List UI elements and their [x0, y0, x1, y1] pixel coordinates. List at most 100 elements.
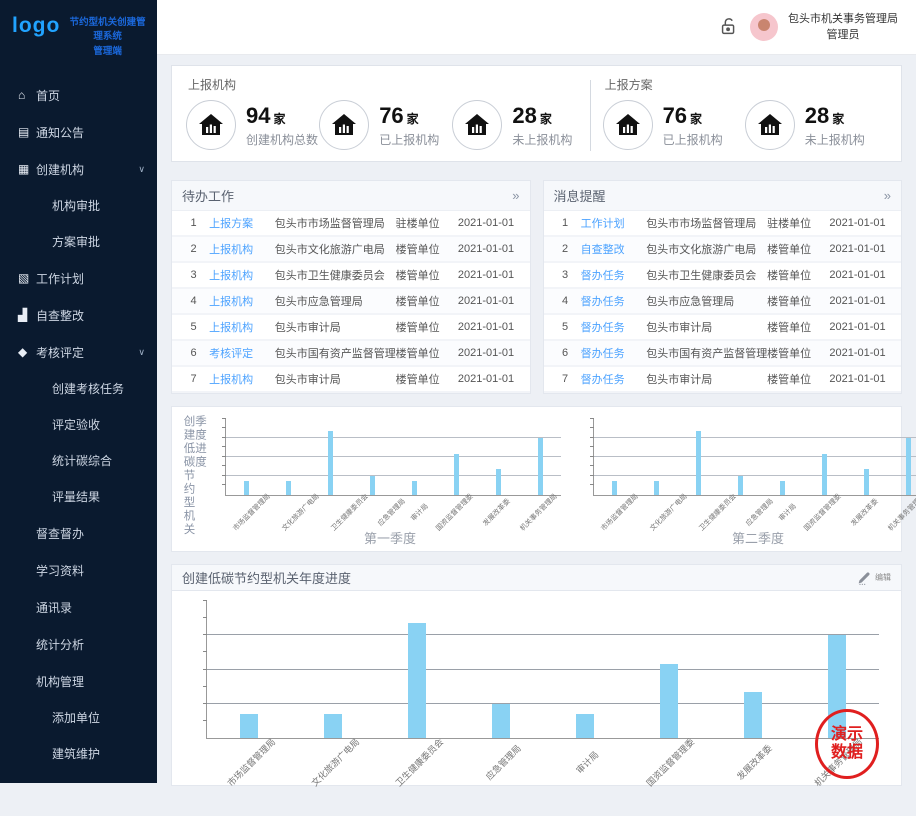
- row-unit-type: 楼管单位: [767, 241, 829, 257]
- row-org: 包头市审计局: [275, 319, 396, 335]
- row-type-link[interactable]: 上报机构: [209, 371, 275, 387]
- sidebar-item-self-check[interactable]: ▟自查整改: [0, 297, 157, 334]
- table-row[interactable]: 3上报机构包头市卫生健康委员会楼管单位2021-01-01: [172, 263, 530, 289]
- row-org: 包头市国有资产监督管理委员: [646, 345, 767, 361]
- app-title-line2: 管理端: [66, 45, 149, 59]
- row-type-link[interactable]: 上报方案: [209, 215, 275, 231]
- row-type-link[interactable]: 工作计划: [581, 215, 647, 231]
- stat-number-row: 76家: [663, 103, 723, 129]
- messages-more-icon[interactable]: »: [884, 188, 891, 203]
- building-stat-icon: [331, 113, 357, 137]
- building-stat-icon: [615, 113, 641, 137]
- row-type-link[interactable]: 上报机构: [209, 241, 275, 257]
- row-type-link[interactable]: 督办任务: [581, 319, 647, 335]
- row-date: 2021-01-01: [829, 321, 895, 333]
- row-index: 6: [550, 347, 581, 359]
- todo-panel: 待办工作 » 1上报方案包头市市场监督管理局驻楼单位2021-01-012上报机…: [171, 180, 531, 394]
- bars-container: [207, 601, 879, 738]
- todo-more-icon[interactable]: »: [512, 188, 519, 203]
- row-index: 2: [178, 243, 209, 255]
- row-date: 2021-01-01: [829, 269, 895, 281]
- stat-label: 创建机构总数: [246, 131, 318, 148]
- row-type-link[interactable]: 督办任务: [581, 293, 647, 309]
- table-row[interactable]: 3督办任务包头市卫生健康委员会楼管单位2021-01-01: [544, 263, 902, 289]
- sidebar-item-home[interactable]: ⌂首页: [0, 77, 157, 114]
- row-date: 2021-01-01: [458, 373, 524, 385]
- bar-slot: [375, 601, 459, 738]
- chevron-down-icon: ∨: [138, 164, 145, 175]
- stat-unit: 家: [407, 110, 419, 127]
- user-avatar[interactable]: [750, 13, 778, 41]
- bar: [576, 714, 594, 738]
- sidebar-subitem-org-approval[interactable]: 机构审批: [0, 188, 157, 224]
- stat-label: 未上报机构: [805, 131, 865, 148]
- row-index: 1: [550, 217, 581, 229]
- table-row[interactable]: 4上报机构包头市应急管理局楼管单位2021-01-01: [172, 289, 530, 315]
- row-index: 7: [550, 373, 581, 385]
- row-type-link[interactable]: 自查整改: [581, 241, 647, 257]
- sidebar-item-stat-analysis[interactable]: 统计分析: [0, 626, 157, 663]
- sidebar-item-contacts[interactable]: 通讯录: [0, 589, 157, 626]
- sidebar-item-create-org[interactable]: ▦创建机构∨: [0, 151, 157, 188]
- stat-text: 28家未上报机构: [512, 103, 572, 148]
- table-row[interactable]: 4督办任务包头市应急管理局楼管单位2021-01-01: [544, 289, 902, 315]
- stat-value: 76: [663, 103, 687, 129]
- sidebar-item-label: 创建机构: [36, 161, 138, 178]
- sidebar-item-materials[interactable]: 学习资料: [0, 552, 157, 589]
- bar-slot: [519, 419, 561, 495]
- logo-block: logo 节约型机关创建管理系统 管理端: [0, 0, 157, 69]
- row-type-link[interactable]: 考核评定: [209, 345, 275, 361]
- row-type-link[interactable]: 督办任务: [581, 267, 647, 283]
- quarter-chart-xlabels: 市场监督管理局文化旅游广电局卫生健康委员会应急管理局审计局国资监督管理委发展改革…: [225, 499, 561, 532]
- row-type-link[interactable]: 督办任务: [581, 371, 647, 387]
- stat-value: 76: [379, 103, 403, 129]
- stat-text: 76家已上报机构: [379, 103, 439, 148]
- stat-circle: [603, 100, 653, 150]
- sidebar-item-assessment[interactable]: ◆考核评定∨: [0, 334, 157, 371]
- sidebar-subitem-rating-result[interactable]: 评量结果: [0, 479, 157, 515]
- table-row[interactable]: 2自查整改包头市文化旅游广电局楼管单位2021-01-01: [544, 237, 902, 263]
- table-row[interactable]: 1工作计划包头市市场监督管理局驻楼单位2021-01-01: [544, 211, 902, 237]
- row-type-link[interactable]: 督办任务: [581, 345, 647, 361]
- row-unit-type: 楼管单位: [396, 371, 458, 387]
- table-row[interactable]: 1上报方案包头市市场监督管理局驻楼单位2021-01-01: [172, 211, 530, 237]
- table-row[interactable]: 6考核评定包头市国有资产监督管理委员楼管单位2021-01-01: [172, 341, 530, 367]
- bar-slot: [268, 419, 310, 495]
- table-row[interactable]: 2上报机构包头市文化旅游广电局楼管单位2021-01-01: [172, 237, 530, 263]
- row-index: 5: [178, 321, 209, 333]
- table-row[interactable]: 5上报机构包头市审计局楼管单位2021-01-01: [172, 315, 530, 341]
- sidebar-item-org-manage[interactable]: 机构管理: [0, 663, 157, 700]
- sidebar-subitem-acceptance[interactable]: 评定验收: [0, 407, 157, 443]
- table-row[interactable]: 7督办任务包头市审计局楼管单位2021-01-01: [544, 367, 902, 393]
- stats-group-title: 上报机构: [188, 76, 586, 93]
- logout-lock-icon[interactable]: [718, 16, 740, 38]
- sidebar-item-notice[interactable]: ▤通知公告: [0, 114, 157, 151]
- row-type-link[interactable]: 上报机构: [209, 267, 275, 283]
- x-axis-label: 国资监督管理委: [636, 728, 724, 816]
- table-row[interactable]: 7上报机构包头市审计局楼管单位2021-01-01: [172, 367, 530, 393]
- stat-item: 28家未上报机构: [452, 100, 585, 150]
- sidebar-menu: ⌂首页▤通知公告▦创建机构∨机构审批方案审批▧工作计划▟自查整改◆考核评定∨创建…: [0, 77, 157, 772]
- sidebar-subitem-add-unit[interactable]: 添加单位: [0, 700, 157, 736]
- bar-slot: [762, 419, 804, 495]
- sidebar-subitem-create-task[interactable]: 创建考核任务: [0, 371, 157, 407]
- row-type-link[interactable]: 上报机构: [209, 293, 275, 309]
- sidebar-subitem-plan-approval[interactable]: 方案审批: [0, 224, 157, 260]
- bar-slot: [459, 601, 543, 738]
- bar: [240, 714, 258, 738]
- sidebar-subitem-carbon-stats[interactable]: 统计碳综合: [0, 443, 157, 479]
- table-row[interactable]: 6督办任务包头市国有资产监督管理委员楼管单位2021-01-01: [544, 341, 902, 367]
- quarter-chart-xlabels: 市场监督管理局文化旅游广电局卫生健康委员会应急管理局审计局国资监督管理委发展改革…: [593, 499, 916, 532]
- edit-button[interactable]: 编辑: [856, 570, 891, 586]
- report-stats-card: 上报机构 94家创建机构总数76家已上报机构28家未上报机构 上报方案 76家已…: [171, 65, 902, 162]
- sidebar-item-work-plan[interactable]: ▧工作计划: [0, 260, 157, 297]
- table-row[interactable]: 5督办任务包头市审计局楼管单位2021-01-01: [544, 315, 902, 341]
- sidebar-subitem-building-maintain[interactable]: 建筑维护: [0, 736, 157, 772]
- quarter-chart-plot: [593, 419, 916, 496]
- quarterly-progress-card: 创建低碳节约型机关季度进度 市场监督管理局文化旅游广电局卫生健康委员会应急管理局…: [171, 406, 902, 552]
- row-index: 5: [550, 321, 581, 333]
- stat-circle: [186, 100, 236, 150]
- user-info[interactable]: 包头市机关事务管理局 管理员: [788, 11, 898, 44]
- row-type-link[interactable]: 上报机构: [209, 319, 275, 335]
- sidebar-item-supervise[interactable]: 督查督办: [0, 515, 157, 552]
